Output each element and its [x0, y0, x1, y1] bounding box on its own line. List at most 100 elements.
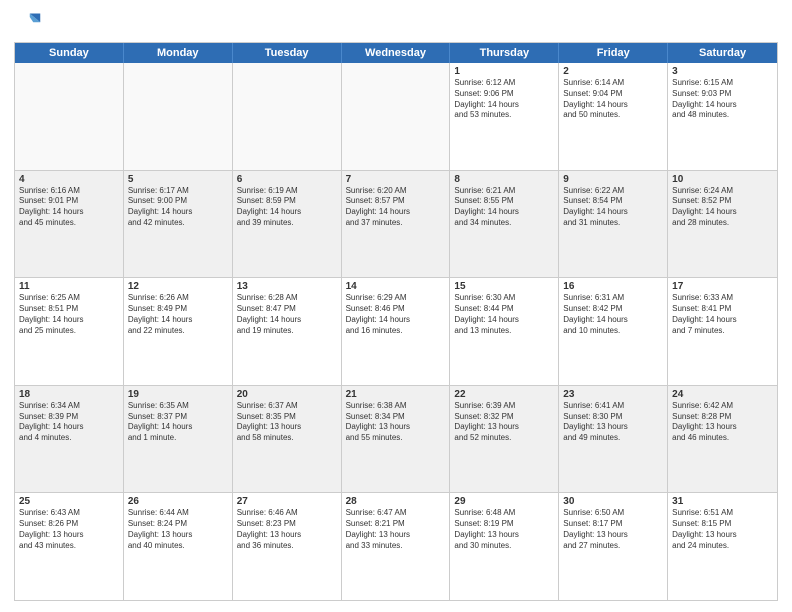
day-info: Sunrise: 6:37 AM Sunset: 8:35 PM Dayligh…: [237, 401, 337, 444]
day-number: 29: [454, 496, 554, 507]
calendar-cell: 28Sunrise: 6:47 AM Sunset: 8:21 PM Dayli…: [342, 493, 451, 600]
calendar-cell: [342, 63, 451, 170]
day-number: 4: [19, 174, 119, 185]
calendar-cell: 23Sunrise: 6:41 AM Sunset: 8:30 PM Dayli…: [559, 386, 668, 493]
day-info: Sunrise: 6:35 AM Sunset: 8:37 PM Dayligh…: [128, 401, 228, 444]
day-info: Sunrise: 6:24 AM Sunset: 8:52 PM Dayligh…: [672, 186, 773, 229]
calendar-cell: 19Sunrise: 6:35 AM Sunset: 8:37 PM Dayli…: [124, 386, 233, 493]
day-info: Sunrise: 6:29 AM Sunset: 8:46 PM Dayligh…: [346, 293, 446, 336]
day-number: 16: [563, 281, 663, 292]
day-number: 7: [346, 174, 446, 185]
calendar-cell: 1Sunrise: 6:12 AM Sunset: 9:06 PM Daylig…: [450, 63, 559, 170]
calendar-cell: [15, 63, 124, 170]
day-number: 14: [346, 281, 446, 292]
logo: [14, 10, 46, 38]
calendar-cell: 6Sunrise: 6:19 AM Sunset: 8:59 PM Daylig…: [233, 171, 342, 278]
day-number: 18: [19, 389, 119, 400]
calendar-row: 25Sunrise: 6:43 AM Sunset: 8:26 PM Dayli…: [15, 493, 777, 600]
calendar-row: 4Sunrise: 6:16 AM Sunset: 9:01 PM Daylig…: [15, 171, 777, 279]
calendar-cell: 21Sunrise: 6:38 AM Sunset: 8:34 PM Dayli…: [342, 386, 451, 493]
calendar-cell: 20Sunrise: 6:37 AM Sunset: 8:35 PM Dayli…: [233, 386, 342, 493]
day-number: 28: [346, 496, 446, 507]
day-number: 5: [128, 174, 228, 185]
day-number: 1: [454, 66, 554, 77]
day-info: Sunrise: 6:28 AM Sunset: 8:47 PM Dayligh…: [237, 293, 337, 336]
calendar-row: 1Sunrise: 6:12 AM Sunset: 9:06 PM Daylig…: [15, 63, 777, 171]
day-number: 3: [672, 66, 773, 77]
calendar-cell: 3Sunrise: 6:15 AM Sunset: 9:03 PM Daylig…: [668, 63, 777, 170]
day-number: 27: [237, 496, 337, 507]
day-number: 19: [128, 389, 228, 400]
calendar-header-cell: Sunday: [15, 43, 124, 63]
day-number: 15: [454, 281, 554, 292]
calendar-header-cell: Wednesday: [342, 43, 451, 63]
day-info: Sunrise: 6:16 AM Sunset: 9:01 PM Dayligh…: [19, 186, 119, 229]
day-info: Sunrise: 6:42 AM Sunset: 8:28 PM Dayligh…: [672, 401, 773, 444]
calendar-header-cell: Tuesday: [233, 43, 342, 63]
day-number: 9: [563, 174, 663, 185]
calendar-cell: 29Sunrise: 6:48 AM Sunset: 8:19 PM Dayli…: [450, 493, 559, 600]
day-number: 10: [672, 174, 773, 185]
header: [14, 10, 778, 38]
calendar-cell: 16Sunrise: 6:31 AM Sunset: 8:42 PM Dayli…: [559, 278, 668, 385]
day-number: 6: [237, 174, 337, 185]
calendar-row: 11Sunrise: 6:25 AM Sunset: 8:51 PM Dayli…: [15, 278, 777, 386]
calendar-cell: 26Sunrise: 6:44 AM Sunset: 8:24 PM Dayli…: [124, 493, 233, 600]
calendar-cell: 10Sunrise: 6:24 AM Sunset: 8:52 PM Dayli…: [668, 171, 777, 278]
calendar-cell: 22Sunrise: 6:39 AM Sunset: 8:32 PM Dayli…: [450, 386, 559, 493]
day-info: Sunrise: 6:51 AM Sunset: 8:15 PM Dayligh…: [672, 508, 773, 551]
calendar-row: 18Sunrise: 6:34 AM Sunset: 8:39 PM Dayli…: [15, 386, 777, 494]
day-info: Sunrise: 6:22 AM Sunset: 8:54 PM Dayligh…: [563, 186, 663, 229]
calendar-cell: 11Sunrise: 6:25 AM Sunset: 8:51 PM Dayli…: [15, 278, 124, 385]
calendar-cell: 13Sunrise: 6:28 AM Sunset: 8:47 PM Dayli…: [233, 278, 342, 385]
day-info: Sunrise: 6:46 AM Sunset: 8:23 PM Dayligh…: [237, 508, 337, 551]
calendar-cell: 18Sunrise: 6:34 AM Sunset: 8:39 PM Dayli…: [15, 386, 124, 493]
day-number: 12: [128, 281, 228, 292]
day-number: 13: [237, 281, 337, 292]
calendar-cell: 12Sunrise: 6:26 AM Sunset: 8:49 PM Dayli…: [124, 278, 233, 385]
day-info: Sunrise: 6:44 AM Sunset: 8:24 PM Dayligh…: [128, 508, 228, 551]
day-number: 31: [672, 496, 773, 507]
calendar-header-row: SundayMondayTuesdayWednesdayThursdayFrid…: [15, 43, 777, 63]
day-number: 17: [672, 281, 773, 292]
day-info: Sunrise: 6:39 AM Sunset: 8:32 PM Dayligh…: [454, 401, 554, 444]
day-info: Sunrise: 6:14 AM Sunset: 9:04 PM Dayligh…: [563, 78, 663, 121]
calendar-cell: 30Sunrise: 6:50 AM Sunset: 8:17 PM Dayli…: [559, 493, 668, 600]
day-number: 25: [19, 496, 119, 507]
day-number: 21: [346, 389, 446, 400]
day-number: 24: [672, 389, 773, 400]
calendar-cell: 9Sunrise: 6:22 AM Sunset: 8:54 PM Daylig…: [559, 171, 668, 278]
calendar-cell: 24Sunrise: 6:42 AM Sunset: 8:28 PM Dayli…: [668, 386, 777, 493]
day-info: Sunrise: 6:43 AM Sunset: 8:26 PM Dayligh…: [19, 508, 119, 551]
calendar-cell: 31Sunrise: 6:51 AM Sunset: 8:15 PM Dayli…: [668, 493, 777, 600]
calendar-body: 1Sunrise: 6:12 AM Sunset: 9:06 PM Daylig…: [15, 63, 777, 600]
calendar-cell: 4Sunrise: 6:16 AM Sunset: 9:01 PM Daylig…: [15, 171, 124, 278]
day-info: Sunrise: 6:25 AM Sunset: 8:51 PM Dayligh…: [19, 293, 119, 336]
calendar-cell: 17Sunrise: 6:33 AM Sunset: 8:41 PM Dayli…: [668, 278, 777, 385]
calendar-cell: [233, 63, 342, 170]
logo-icon: [14, 10, 42, 38]
day-info: Sunrise: 6:50 AM Sunset: 8:17 PM Dayligh…: [563, 508, 663, 551]
calendar-header-cell: Thursday: [450, 43, 559, 63]
page: SundayMondayTuesdayWednesdayThursdayFrid…: [0, 0, 792, 612]
day-info: Sunrise: 6:47 AM Sunset: 8:21 PM Dayligh…: [346, 508, 446, 551]
day-info: Sunrise: 6:26 AM Sunset: 8:49 PM Dayligh…: [128, 293, 228, 336]
day-info: Sunrise: 6:19 AM Sunset: 8:59 PM Dayligh…: [237, 186, 337, 229]
day-info: Sunrise: 6:48 AM Sunset: 8:19 PM Dayligh…: [454, 508, 554, 551]
calendar-cell: 15Sunrise: 6:30 AM Sunset: 8:44 PM Dayli…: [450, 278, 559, 385]
calendar-cell: 14Sunrise: 6:29 AM Sunset: 8:46 PM Dayli…: [342, 278, 451, 385]
calendar-cell: 2Sunrise: 6:14 AM Sunset: 9:04 PM Daylig…: [559, 63, 668, 170]
day-info: Sunrise: 6:12 AM Sunset: 9:06 PM Dayligh…: [454, 78, 554, 121]
day-number: 23: [563, 389, 663, 400]
calendar-cell: 8Sunrise: 6:21 AM Sunset: 8:55 PM Daylig…: [450, 171, 559, 278]
day-number: 26: [128, 496, 228, 507]
calendar-cell: 27Sunrise: 6:46 AM Sunset: 8:23 PM Dayli…: [233, 493, 342, 600]
day-number: 11: [19, 281, 119, 292]
calendar-cell: 7Sunrise: 6:20 AM Sunset: 8:57 PM Daylig…: [342, 171, 451, 278]
calendar-header-cell: Monday: [124, 43, 233, 63]
calendar-header-cell: Friday: [559, 43, 668, 63]
day-info: Sunrise: 6:38 AM Sunset: 8:34 PM Dayligh…: [346, 401, 446, 444]
day-number: 22: [454, 389, 554, 400]
day-info: Sunrise: 6:17 AM Sunset: 9:00 PM Dayligh…: [128, 186, 228, 229]
day-number: 20: [237, 389, 337, 400]
